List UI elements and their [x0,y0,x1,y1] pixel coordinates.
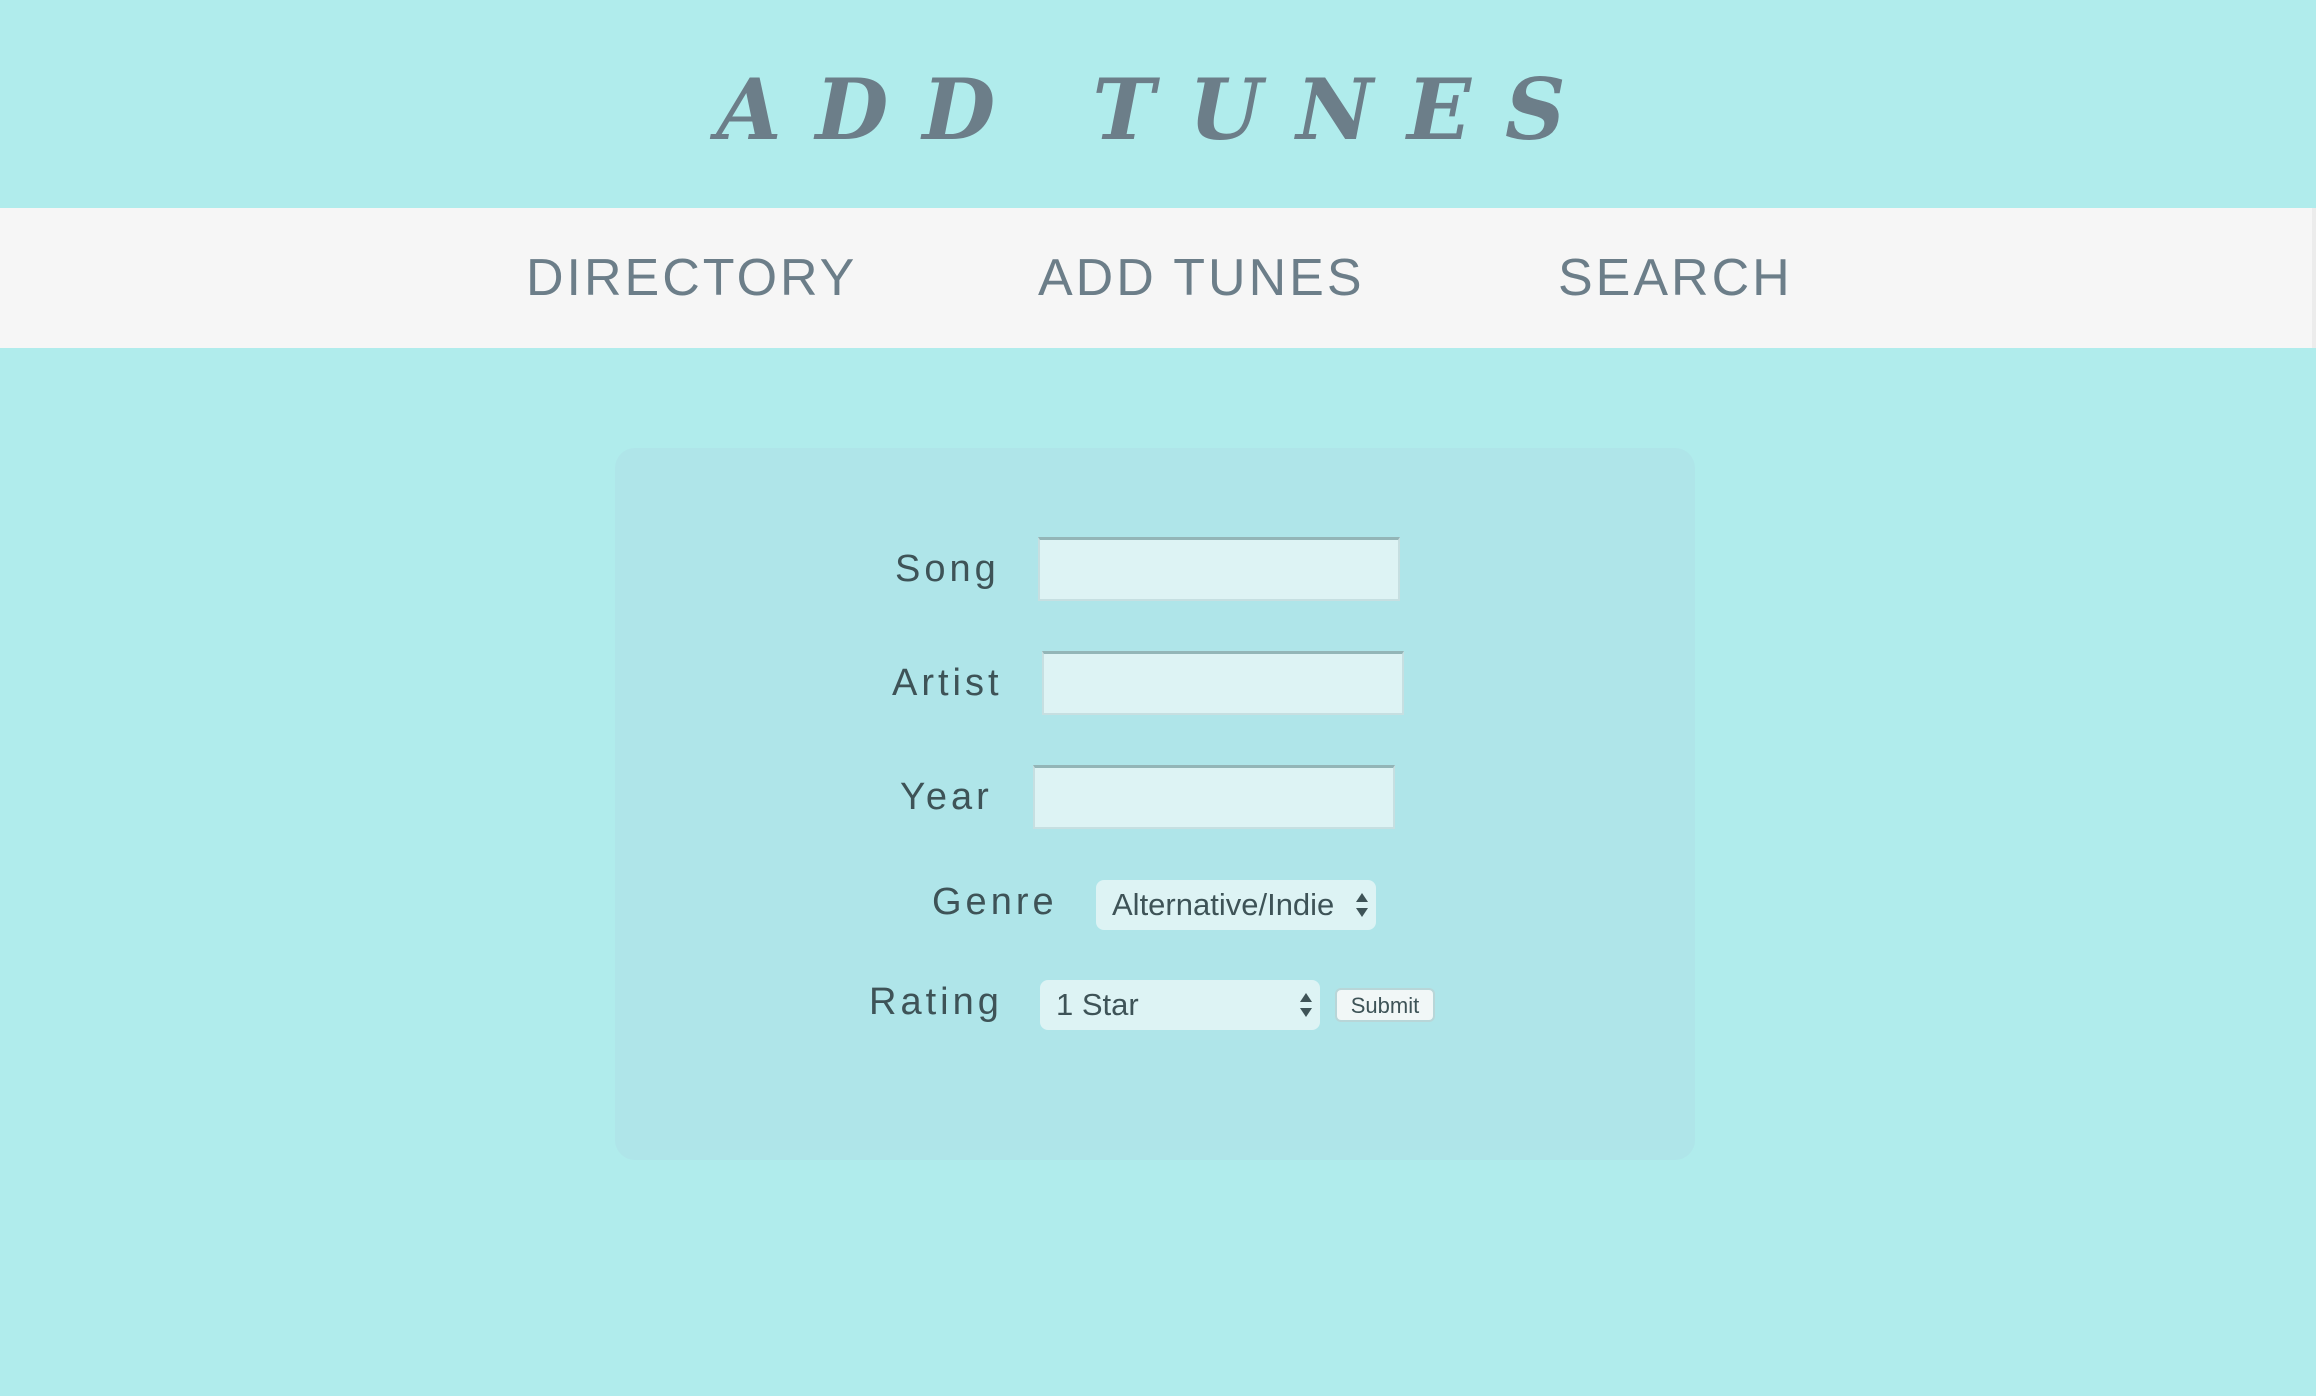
nav-item-search[interactable]: SEARCH [1558,248,1793,308]
rating-select[interactable]: 1 Star [1040,980,1320,1030]
nav-item-directory[interactable]: DIRECTORY [526,248,857,308]
add-tune-form: Song Artist Year Genre Alternative/Indie… [615,448,1695,1160]
rating-label: Rating [869,981,1003,1023]
song-label: Song [895,548,1000,590]
rating-selected-value: 1 Star [1056,987,1139,1022]
nav-item-add-tunes[interactable]: ADD TUNES [1038,248,1365,308]
song-input[interactable] [1038,537,1400,601]
genre-select[interactable]: Alternative/Indie [1096,880,1376,930]
genre-label: Genre [932,881,1058,923]
year-input[interactable] [1033,765,1395,829]
artist-label: Artist [892,662,1003,704]
year-label: Year [900,776,993,818]
genre-selected-value: Alternative/Indie [1112,887,1335,922]
up-down-arrows-icon [1300,993,1312,1017]
up-down-arrows-icon [1356,893,1368,917]
page-header: ADD TUNES [0,0,2316,208]
artist-input[interactable] [1042,651,1404,715]
page-title: ADD TUNES [716,60,1600,159]
main-navbar: DIRECTORY ADD TUNES SEARCH [0,208,2316,348]
submit-button[interactable]: Submit [1335,988,1435,1022]
